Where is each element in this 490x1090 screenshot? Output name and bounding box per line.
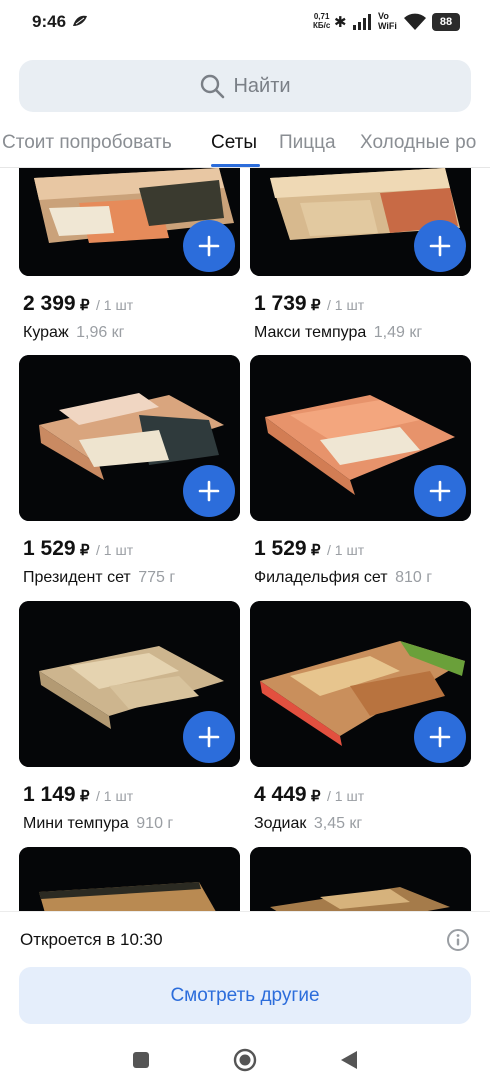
battery-indicator: 88 [432, 13, 460, 31]
status-bar: 9:46 0,71 КБ/с ✱ Vo WiFi 88 [0, 0, 490, 46]
product-currency: ₽ [311, 297, 321, 314]
product-name: Макси темпура [254, 324, 367, 341]
info-icon[interactable] [446, 928, 470, 952]
product-weight: 1,49 кг [373, 324, 423, 341]
product-name-row: Зодиак 3,45 кг [254, 815, 362, 833]
search-bar[interactable]: Найти [19, 60, 471, 112]
tab-pizza[interactable]: Пицца [279, 132, 336, 154]
product-unit: / 1 шт [327, 297, 365, 313]
product-photo [19, 847, 240, 911]
status-time: 9:46 [32, 12, 67, 31]
bottom-panel: Откроется в 10:30 Смотреть другие [0, 911, 490, 1090]
product-name: Филадельфия сет [254, 569, 388, 586]
product-name-row: Макси темпура 1,49 кг [254, 324, 422, 342]
product-price: 1 149 [23, 783, 76, 806]
plus-icon [429, 235, 451, 257]
product-name: Кураж [23, 324, 69, 341]
product-currency: ₽ [311, 788, 321, 805]
product-currency: ₽ [80, 542, 90, 559]
vowifi-bottom: WiFi [378, 21, 397, 31]
plus-icon [198, 235, 220, 257]
add-to-cart-button[interactable] [183, 711, 235, 763]
search-icon [201, 74, 225, 99]
product-price: 4 449 [254, 783, 307, 806]
product-unit: / 1 шт [96, 297, 134, 313]
opening-time-text: Откроется в 10:30 [20, 930, 163, 949]
product-name-row: Мини темпура 910 г [23, 815, 173, 833]
vowifi-indicator: Vo WiFi [378, 11, 397, 31]
add-to-cart-button[interactable] [414, 220, 466, 272]
product-price-row: 4 449 ₽ / 1 шт [254, 783, 364, 807]
product-weight: 910 г [136, 815, 174, 832]
tab-kholodnye-rolly[interactable]: Холодные ро [360, 132, 476, 154]
recent-apps-button[interactable] [133, 1052, 149, 1068]
product-currency: ₽ [80, 788, 90, 805]
product-currency: ₽ [80, 297, 90, 314]
add-to-cart-button[interactable] [183, 465, 235, 517]
bluetooth-icon: ✱ [334, 14, 347, 31]
product-price-row: 1 739 ₽ / 1 шт [254, 292, 364, 316]
product-name-row: Филадельфия сет 810 г [254, 569, 432, 587]
search-placeholder: Найти [233, 74, 291, 97]
add-to-cart-button[interactable] [183, 220, 235, 272]
network-speed-unit: КБ/с [313, 21, 331, 30]
plus-icon [429, 726, 451, 748]
product-weight: 775 г [138, 569, 176, 586]
product-weight: 3,45 кг [313, 815, 363, 832]
product-name-row: Президент сет 775 г [23, 569, 175, 587]
system-navigation-bar [0, 1042, 490, 1082]
home-button[interactable] [233, 1048, 257, 1072]
plus-icon [198, 726, 220, 748]
product-unit: / 1 шт [96, 788, 134, 804]
product-unit: / 1 шт [96, 542, 134, 558]
product-name-row: Кураж 1,96 кг [23, 324, 125, 342]
product-weight: 810 г [395, 569, 433, 586]
product-grid: 2 399 ₽ / 1 шт Кураж 1,96 кг 1 739 ₽ / 1… [0, 168, 490, 911]
product-price: 2 399 [23, 292, 76, 315]
product-price-row: 1 149 ₽ / 1 шт [23, 783, 133, 807]
add-to-cart-button[interactable] [414, 465, 466, 517]
wifi-icon [404, 13, 426, 30]
plus-icon [198, 480, 220, 502]
see-other-button[interactable]: Смотреть другие [19, 967, 471, 1024]
category-tabs: Стоит попробовать Сеты Пицца Холодные ро [0, 128, 490, 168]
product-price-row: 1 529 ₽ / 1 шт [23, 537, 133, 561]
product-name: Президент сет [23, 569, 131, 586]
product-price: 1 739 [254, 292, 307, 315]
product-price: 1 529 [254, 537, 307, 560]
tab-sety[interactable]: Сеты [211, 132, 257, 154]
network-speed-value: 0,71 [313, 12, 330, 21]
product-unit: / 1 шт [327, 542, 365, 558]
product-unit: / 1 шт [327, 788, 365, 804]
product-name: Мини темпура [23, 815, 129, 832]
network-speed: 0,71 КБ/с [313, 12, 330, 30]
add-to-cart-button[interactable] [414, 711, 466, 763]
product-name: Зодиак [254, 815, 307, 832]
product-price-row: 1 529 ₽ / 1 шт [254, 537, 364, 561]
app-notification-icon [73, 15, 87, 26]
plus-icon [429, 480, 451, 502]
vowifi-top: Vo [378, 11, 389, 21]
back-button[interactable] [340, 1050, 358, 1070]
product-photo [250, 847, 471, 911]
tab-stoit-poprobovat[interactable]: Стоит попробовать [2, 132, 172, 154]
signal-icon [353, 14, 371, 30]
product-price-row: 2 399 ₽ / 1 шт [23, 292, 133, 316]
product-currency: ₽ [311, 542, 321, 559]
product-price: 1 529 [23, 537, 76, 560]
product-weight: 1,96 кг [76, 324, 125, 341]
